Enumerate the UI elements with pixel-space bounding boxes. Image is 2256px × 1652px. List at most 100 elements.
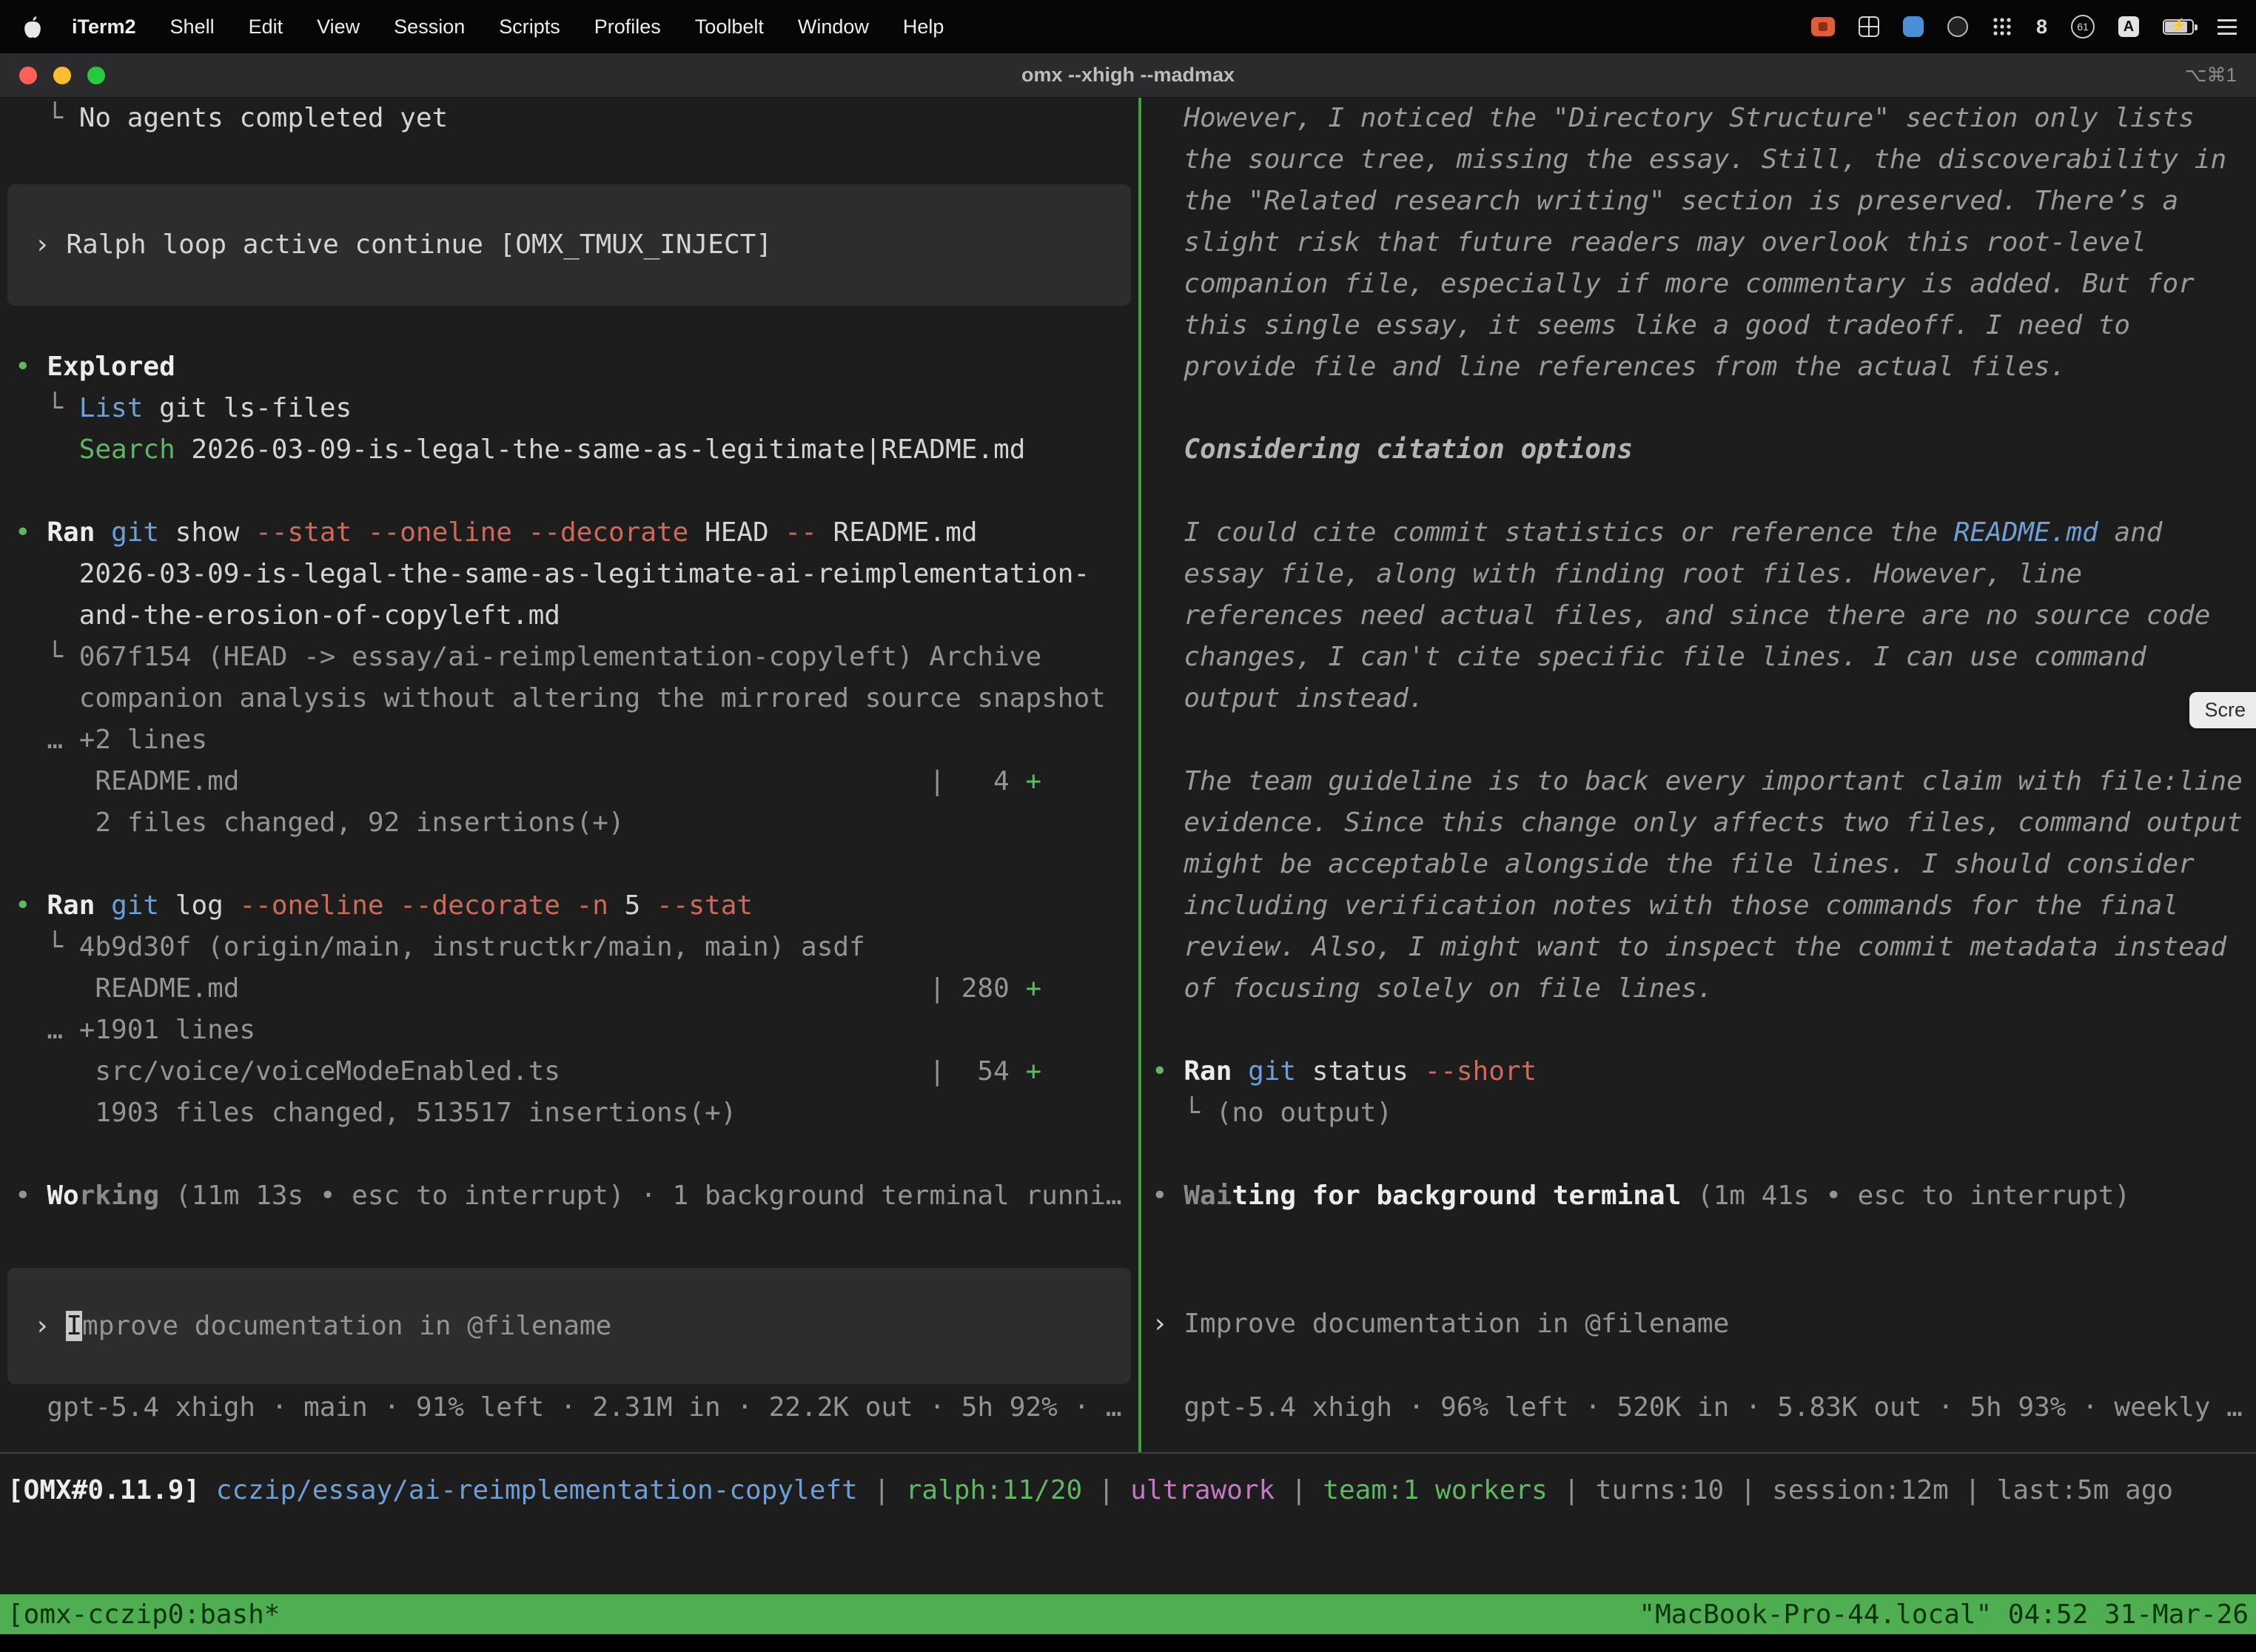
- terminal-pane-left[interactable]: └ No agents completed yet › Ralph loop a…: [0, 98, 1138, 1452]
- text-segment: 1903 files changed, 513517 insertions(+): [15, 1098, 736, 1128]
- menu-item-scripts[interactable]: Scripts: [482, 16, 577, 38]
- text-segment: the source tree, missing the essay. Stil…: [1152, 144, 2226, 175]
- text-segment: |: [1724, 1475, 1772, 1505]
- menu-item-window[interactable]: Window: [781, 16, 886, 38]
- screen-share-button[interactable]: Scre: [2189, 692, 2256, 728]
- text-segment: 5: [608, 890, 657, 921]
- grid-icon[interactable]: [1859, 16, 1879, 37]
- app-badge-icon[interactable]: 8: [2036, 16, 2047, 38]
- window-title-bar[interactable]: omx --xhigh --madmax ⌥⌘1: [0, 53, 2256, 98]
- terminal-line: including verification notes with those …: [1141, 885, 2256, 927]
- terminal-line: [1141, 471, 2256, 512]
- charging-bolt-icon: ⚡: [2164, 18, 2192, 33]
- input-source-icon[interactable]: A: [2118, 16, 2139, 37]
- terminal-line: [0, 844, 1138, 885]
- text-segment: README.md: [817, 517, 978, 548]
- terminal-line: evidence. Since this change only affects…: [1141, 802, 2256, 844]
- menu-item-toolbelt[interactable]: Toolbelt: [678, 16, 781, 38]
- text-segment: Considering citation options: [1152, 434, 1633, 465]
- text-segment: provide file and line references from th…: [1152, 352, 2066, 382]
- terminal-line: Search 2026-03-09-is-legal-the-same-as-l…: [0, 429, 1138, 471]
- text-segment: Explored: [47, 352, 175, 382]
- terminal-line: › Ralph loop active continue [OMX_TMUX_I…: [34, 224, 772, 266]
- menu-bar: iTerm2 Shell Edit View Session Scripts P…: [0, 0, 2256, 53]
- zoom-button[interactable]: [87, 67, 105, 84]
- text-segment: └ 4b9d30f (origin/main, instructkr/main,…: [15, 932, 865, 962]
- text-segment: gpt-5.4 xhigh · 96% left · 520K in · 5.8…: [1152, 1392, 2243, 1423]
- terminal-line: companion file, especially if more comme…: [1141, 263, 2256, 305]
- terminal-line: › Improve documentation in @filename: [1141, 1303, 2256, 1345]
- terminal-line: [0, 471, 1138, 512]
- blue-app-icon[interactable]: [1903, 16, 1924, 37]
- terminal-pane-right[interactable]: However, I noticed the "Directory Struct…: [1141, 98, 2256, 1452]
- terminal-line: • Waiting for background terminal (1m 41…: [1141, 1175, 2256, 1217]
- menu-item-edit[interactable]: Edit: [232, 16, 301, 38]
- menu-app-name[interactable]: iTerm2: [55, 16, 153, 38]
- terminal-line: README.md | 280 +: [0, 968, 1138, 1010]
- text-segment: --short: [1425, 1056, 1537, 1087]
- text-segment: including verification notes with those …: [1152, 890, 2178, 921]
- text-segment: +: [1025, 973, 1041, 1004]
- terminal-line: I could cite commit statistics or refere…: [1141, 512, 2256, 554]
- text-segment: ralph:11/20: [906, 1475, 1082, 1505]
- terminal-line: 2026-03-09-is-legal-the-same-as-legitima…: [0, 554, 1138, 595]
- text-segment: └ 067f154 (HEAD -> essay/ai-reimplementa…: [15, 642, 1041, 672]
- text-segment: output instead.: [1152, 683, 1424, 713]
- text-segment: 2026-03-09-is-legal-the-same-as-legitima…: [175, 434, 1026, 465]
- tmux-host-time: "MacBook-Pro-44.local" 04:52 31-Mar-26: [1639, 1599, 2249, 1630]
- terminal-line: • Explored: [0, 346, 1138, 388]
- apple-menu-icon[interactable]: [19, 16, 55, 38]
- terminal-line: [1141, 388, 2256, 429]
- terminal-line: • Ran git log --oneline --decorate -n 5 …: [0, 885, 1138, 927]
- menu-extra-icon[interactable]: [2218, 19, 2237, 35]
- pane-bottom-separator: [0, 1452, 2256, 1454]
- text-segment: ›: [34, 1311, 66, 1341]
- text-segment: git: [111, 517, 159, 548]
- cpu-gauge-icon[interactable]: 61: [2071, 15, 2095, 38]
- text-segment: --oneline --decorate -n: [239, 890, 608, 921]
- menu-item-profiles[interactable]: Profiles: [577, 16, 678, 38]
- record-circle-icon[interactable]: [1947, 16, 1968, 37]
- terminal-line: … +2 lines: [0, 719, 1138, 761]
- text-segment: •: [15, 890, 47, 921]
- left-top-lines: └ No agents completed yet: [0, 98, 1138, 139]
- battery-icon[interactable]: ⚡: [2163, 19, 2194, 35]
- dots-grid-icon[interactable]: [1992, 16, 2012, 37]
- terminal-line: 2 files changed, 92 insertions(+): [0, 802, 1138, 844]
- text-segment: ting for background terminal: [1232, 1181, 1681, 1211]
- terminal-line: • Ran git status --short: [1141, 1051, 2256, 1092]
- left-model-status-line: gpt-5.4 xhigh · main · 91% left · 2.31M …: [0, 1387, 1138, 1428]
- prompt-input-right[interactable]: › Improve documentation in @filename: [1141, 1303, 2256, 1345]
- cpu-gauge-value: 61: [2077, 21, 2089, 33]
- text-segment: src/voice/voiceModeEnabled.ts | 54: [15, 1056, 1025, 1087]
- terminal-line: README.md | 4 +: [0, 761, 1138, 802]
- close-button[interactable]: [19, 67, 37, 84]
- text-segment: rking: [79, 1181, 159, 1211]
- screen-recording-stop-icon[interactable]: [1811, 17, 1835, 36]
- menu-item-shell[interactable]: Shell: [153, 16, 232, 38]
- text-segment: The team guideline is to back every impo…: [1152, 766, 2243, 796]
- tmux-session-window[interactable]: [omx-cczip0:bash*: [7, 1599, 280, 1630]
- text-segment: git: [111, 890, 159, 921]
- menu-item-help[interactable]: Help: [886, 16, 961, 38]
- text-segment: •: [1152, 1181, 1184, 1211]
- text-segment: |: [1275, 1475, 1323, 1505]
- ralph-inject-banner[interactable]: › Ralph loop active continue [OMX_TMUX_I…: [7, 184, 1131, 306]
- text-segment: └: [15, 393, 79, 423]
- text-segment: 2026-03-09-is-legal-the-same-as-legitima…: [15, 559, 1090, 589]
- text-segment: git: [1248, 1056, 1296, 1087]
- menu-item-view[interactable]: View: [300, 16, 377, 38]
- prompt-input-left[interactable]: › Improve documentation in @filename: [7, 1268, 1131, 1384]
- text-segment: README.md | 280: [15, 973, 1025, 1004]
- text-segment: ultrawork: [1130, 1475, 1275, 1505]
- text-segment: the "Related research writing" section i…: [1152, 186, 2178, 216]
- menu-item-session[interactable]: Session: [377, 16, 482, 38]
- terminal-line: the "Related research writing" section i…: [1141, 181, 2256, 222]
- text-segment: essay file, along with finding root file…: [1152, 559, 2082, 589]
- text-segment: last:5m ago: [1997, 1475, 2173, 1505]
- terminal-line: changes, I can't cite specific file line…: [1141, 637, 2256, 678]
- text-segment: •: [15, 517, 47, 548]
- minimize-button[interactable]: [53, 67, 71, 84]
- text-segment: ›: [1152, 1309, 1184, 1339]
- terminal-line: └ 067f154 (HEAD -> essay/ai-reimplementa…: [0, 637, 1138, 678]
